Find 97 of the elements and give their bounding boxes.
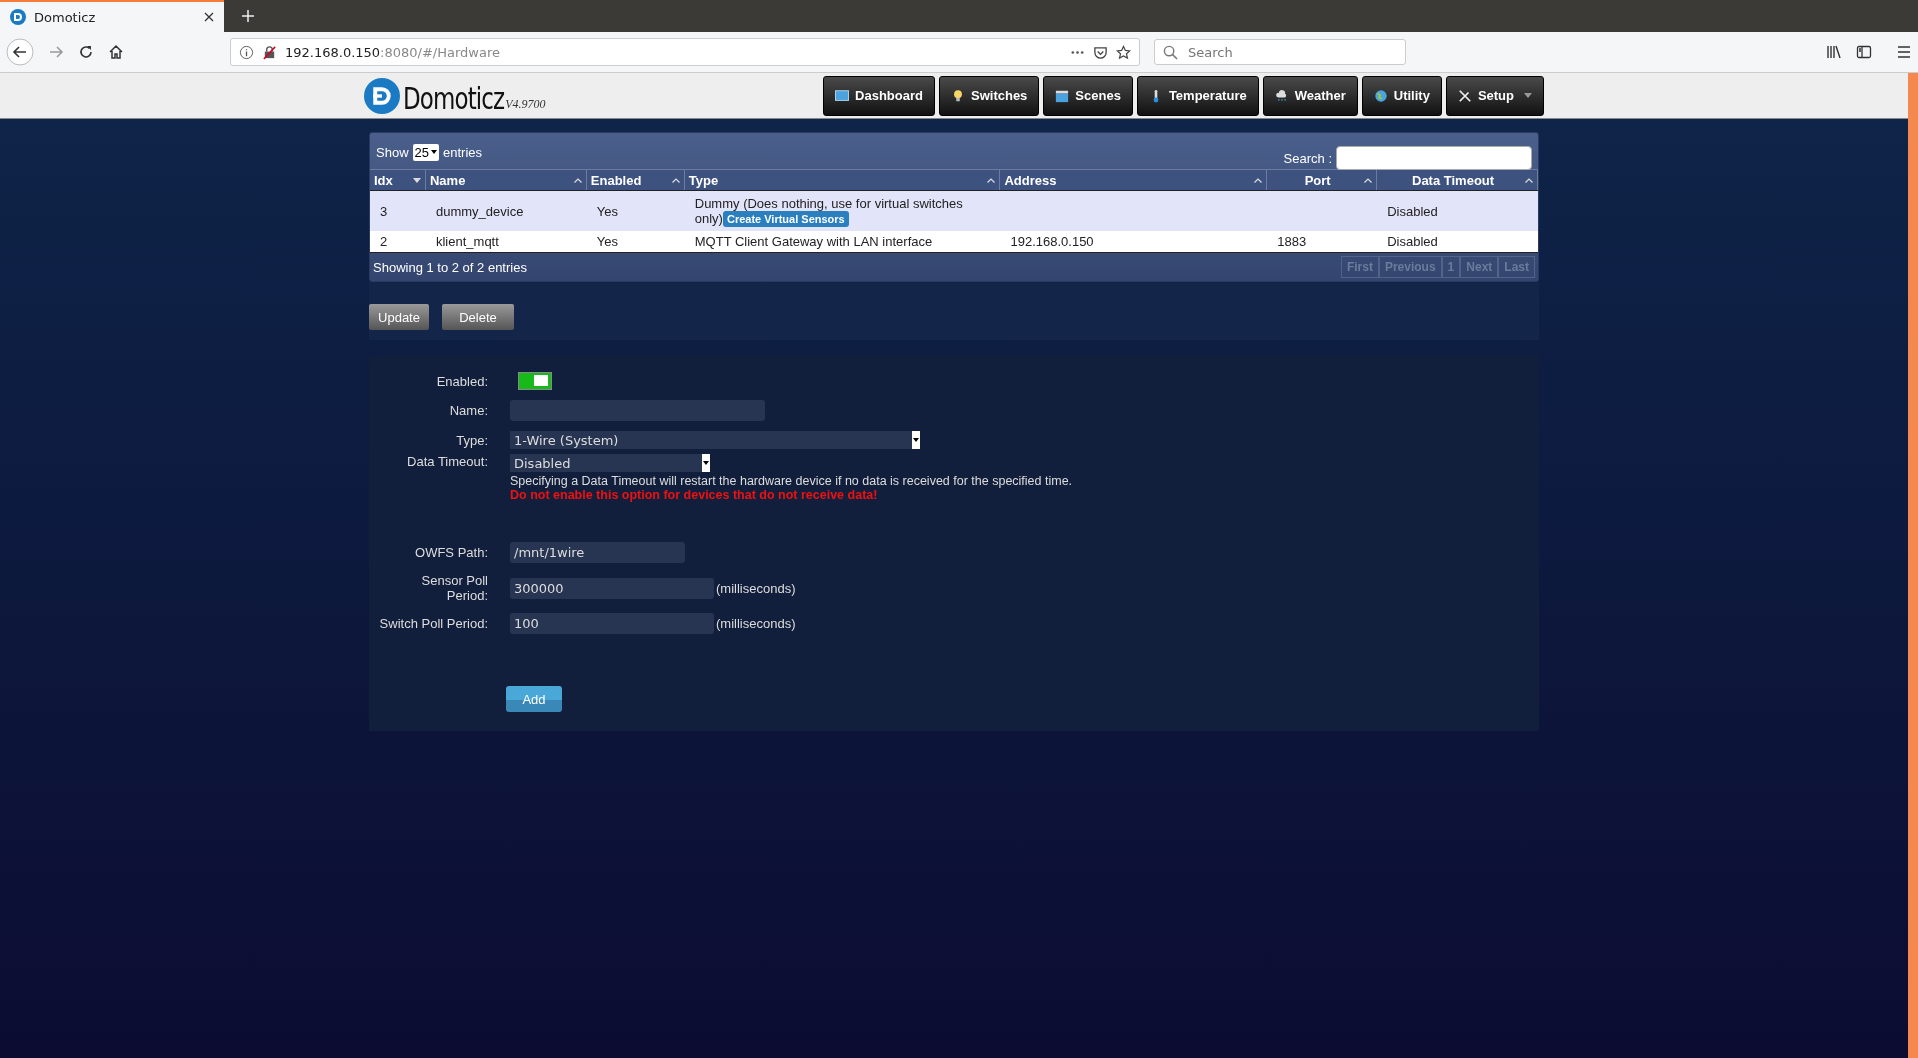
action-button[interactable]: Update	[369, 304, 429, 330]
field-label: Sensor Poll Period:	[420, 573, 488, 603]
table-search-field[interactable]	[1336, 146, 1532, 170]
caret-icon	[1524, 93, 1532, 98]
nav-button[interactable]: Utility	[1361, 75, 1442, 116]
type-cell-text: Dummy (Does nothing, use for virtual switches only) Create Virtual Sensors	[694, 195, 964, 227]
action-button[interactable]: Delete	[442, 304, 514, 330]
domoticz-logo-icon	[10, 9, 26, 25]
column-header[interactable]: Enabled	[586, 170, 685, 190]
sort-down-icon	[412, 177, 421, 183]
timeout-cell-text: Disabled	[1387, 234, 1439, 249]
sort-up-icon	[1525, 177, 1533, 183]
owfs-path-field[interactable]: /mnt/1wire	[510, 542, 685, 563]
address-bar[interactable]: 192.168.0.150:8080/#/Hardware	[230, 38, 1140, 66]
home-icon[interactable]	[108, 44, 124, 60]
caret-icon	[913, 438, 919, 442]
name-cell-text: klient_mqtt	[435, 234, 500, 249]
enabled-cell-text: Yes	[596, 234, 620, 249]
close-icon[interactable]	[204, 12, 214, 22]
type-select[interactable]: 1-Wire (System)	[510, 431, 920, 449]
clapperboard-icon	[1055, 88, 1070, 103]
nav-button[interactable]: Dashboard	[823, 75, 935, 116]
table-row[interactable]: 3 dummy_device Yes Dummy (Does nothing, use for virtual switches only) Create Virtual Sensors Disabled	[370, 191, 1538, 231]
idx-cell-text: 3	[380, 203, 389, 219]
back-icon[interactable]	[6, 38, 34, 66]
sort-up-icon	[1254, 177, 1263, 183]
field-label: Name:	[448, 403, 488, 418]
caret-icon	[703, 461, 709, 465]
table-info-text: Showing 1 to 2 of 2 entries	[373, 259, 527, 275]
scrollbar[interactable]	[1908, 73, 1918, 1058]
search-bar[interactable]: Search	[1154, 39, 1406, 65]
column-header[interactable]: Port	[1267, 170, 1378, 190]
tab-title: Domoticz	[34, 9, 97, 25]
nav-button[interactable]: Weather	[1262, 75, 1358, 116]
tools-icon	[1457, 88, 1472, 103]
sensor-poll-field[interactable]: 300000	[510, 577, 714, 599]
field-label: Type:	[455, 432, 488, 448]
enabled-toggle[interactable]	[518, 372, 552, 390]
show-label: Show	[376, 144, 409, 160]
sort-up-icon	[1364, 177, 1373, 183]
reload-icon[interactable]	[78, 44, 94, 60]
nav-button[interactable]: Switches	[939, 75, 1040, 116]
star-icon[interactable]	[1116, 44, 1131, 60]
data-timeout-select[interactable]: Disabled	[510, 454, 710, 472]
column-header[interactable]: Address	[1000, 170, 1268, 190]
domoticz-logo-icon	[364, 77, 400, 114]
field-label: Data Timeout:	[406, 454, 488, 469]
sidebar-icon[interactable]	[1856, 44, 1872, 60]
search-field[interactable]: Search	[1186, 43, 1390, 61]
sort-up-icon	[987, 177, 996, 183]
sort-up-icon	[671, 177, 680, 183]
forward-icon[interactable]	[48, 44, 64, 60]
cloud-icon	[1274, 88, 1289, 103]
field-label: Switch Poll Period:	[378, 616, 488, 631]
monitor-icon	[835, 88, 850, 103]
column-header[interactable]: Idx	[370, 170, 426, 190]
add-button[interactable]: Add	[506, 686, 562, 712]
search-icon	[1163, 44, 1178, 60]
caret-icon	[431, 150, 437, 154]
menu-icon[interactable]	[1896, 44, 1912, 60]
field-label: OWFS Path:	[414, 545, 488, 560]
name-cell-text: dummy_device	[435, 203, 525, 219]
warning-text: Do not enable this option for devices that do not receive data!	[510, 488, 878, 502]
nav-button[interactable]: Temperature	[1136, 75, 1259, 116]
column-header[interactable]: Data Timeout	[1377, 170, 1538, 190]
address-cell-text: 192.168.0.150	[1010, 234, 1095, 249]
info-icon	[239, 44, 254, 60]
nav-button[interactable]: Setup	[1445, 75, 1544, 116]
nav-button[interactable]: Scenes	[1043, 75, 1133, 116]
lightbulb-icon	[951, 88, 965, 103]
insecure-lock-icon	[262, 44, 277, 60]
url-text: 192.168.0.150:8080/#/Hardware	[285, 44, 500, 60]
column-header[interactable]: Type	[684, 170, 1001, 190]
globe-icon	[1373, 88, 1388, 103]
timeout-cell-text: Disabled	[1387, 203, 1439, 219]
switch-poll-field[interactable]: 100	[510, 613, 714, 634]
table-row[interactable]: 2 klient_mqtt Yes MQTT Client Gateway with LAN interface 192.168.0.150 1883 Disabled	[370, 231, 1538, 252]
page-size-select[interactable]: 25	[412, 143, 439, 161]
port-cell-text: 1883	[1277, 234, 1308, 249]
sort-up-icon	[573, 177, 582, 183]
library-icon[interactable]	[1826, 44, 1842, 60]
field-label: Enabled:	[435, 373, 488, 389]
browser-tab[interactable]: Domoticz	[0, 0, 224, 32]
version-text: V4.9700	[505, 96, 546, 112]
logo-text: Domoticz	[403, 83, 505, 114]
unit-label: (milliseconds)	[716, 616, 796, 631]
hint-text: Specifying a Data Timeout will restart the hardware device if no data is received for the specified time.	[510, 474, 1073, 488]
unit-label: (milliseconds)	[716, 580, 796, 596]
type-cell-text: MQTT Client Gateway with LAN interface	[694, 234, 934, 249]
new-tab-icon[interactable]	[242, 10, 254, 22]
column-header[interactable]: Name	[425, 170, 587, 190]
search-label: Search :	[1283, 150, 1332, 166]
entries-label: entries	[443, 144, 483, 160]
create-virtual-sensors-button[interactable]: Create Virtual Sensors	[722, 210, 849, 227]
enabled-cell-text: Yes	[596, 203, 620, 219]
pocket-icon[interactable]	[1093, 44, 1108, 60]
idx-cell-text: 2	[380, 234, 389, 249]
